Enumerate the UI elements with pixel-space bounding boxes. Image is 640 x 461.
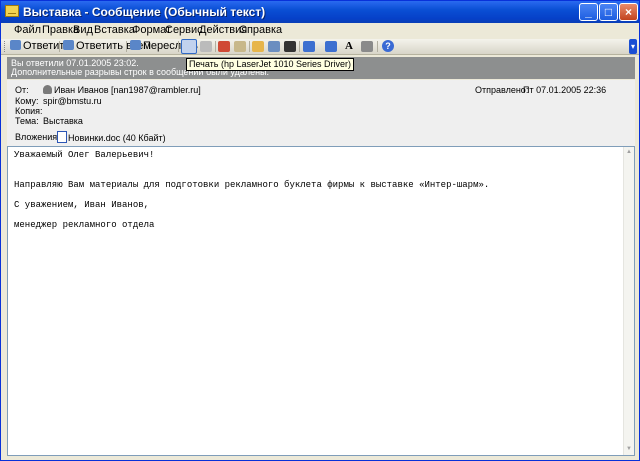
dropdown-arrow-icon[interactable] — [234, 41, 246, 52]
next-item-icon[interactable] — [325, 41, 337, 52]
attachments-label: Вложения: — [15, 132, 60, 142]
attachment-item[interactable]: Новинки.doc (40 Кбайт) — [57, 131, 166, 143]
reply-icon — [10, 40, 21, 50]
body-closing: С уважением, Иван Иванов, — [14, 200, 150, 210]
print-icon[interactable] — [181, 39, 197, 54]
toolbar-separator — [178, 41, 179, 52]
menu-file[interactable]: Файл — [14, 24, 41, 36]
reply-button[interactable]: Ответить — [10, 39, 70, 54]
close-button[interactable]: × — [619, 3, 638, 21]
message-window: Выставка - Сообщение (Обычный текст) _ □… — [0, 0, 640, 461]
message-envelope-icon — [5, 5, 19, 17]
toolbar-grip[interactable] — [4, 41, 8, 52]
message-header: От: Иван Иванов [nan1987@rambler.ru] Отп… — [7, 80, 635, 146]
vertical-scrollbar[interactable]: ▲ ▼ — [623, 147, 634, 455]
body-greeting: Уважаемый Олег Валерьевич! — [14, 150, 155, 160]
delete-icon[interactable] — [284, 41, 296, 52]
menu-tools[interactable]: Сервис — [165, 24, 203, 36]
sent-value: Пт 07.01.2005 22:36 — [523, 85, 607, 95]
sent-label: Отправлено: — [475, 85, 529, 95]
to-value[interactable]: spir@bmstu.ru — [43, 96, 102, 106]
subject-value: Выставка — [43, 116, 83, 126]
word-document-icon — [57, 131, 67, 143]
toolbar-separator — [249, 41, 250, 52]
contact-icon — [43, 85, 52, 94]
toolbar-separator — [126, 41, 127, 52]
font-size-icon[interactable]: A — [345, 39, 353, 54]
toolbar-separator — [59, 41, 60, 52]
menu-help[interactable]: Справка — [239, 24, 282, 36]
menu-insert[interactable]: Вставка — [94, 24, 135, 36]
help-icon[interactable]: ? — [382, 40, 394, 52]
window-title: Выставка - Сообщение (Обычный текст) — [23, 5, 266, 19]
scroll-down-icon[interactable]: ▼ — [625, 445, 633, 454]
menu-bar: Файл Правка Вид Вставка Формат Сервис Де… — [1, 23, 639, 38]
body-paragraph: Направляю Вам материалы для подготовки р… — [14, 180, 490, 190]
toolbar-separator — [215, 41, 216, 52]
title-bar[interactable]: Выставка - Сообщение (Обычный текст) _ □… — [1, 1, 639, 23]
move-to-folder-icon[interactable] — [268, 41, 280, 52]
message-body[interactable]: Уважаемый Олег Валерьевич! Направляю Вам… — [7, 146, 635, 456]
forward-icon — [130, 40, 141, 50]
reply-all-icon — [63, 40, 74, 50]
minimize-button[interactable]: _ — [579, 3, 598, 21]
cc-label: Копия: — [15, 106, 43, 116]
scroll-up-icon[interactable]: ▲ — [625, 148, 633, 157]
from-name: Иван Иванов [nan1987@rambler.ru] — [54, 85, 201, 95]
toolbar-separator — [377, 41, 378, 52]
from-value[interactable]: Иван Иванов [nan1987@rambler.ru] — [43, 85, 201, 95]
standard-toolbar: Ответить Ответить всем Переслать A ? ▾ — [1, 39, 639, 55]
maximize-button[interactable]: □ — [599, 3, 618, 21]
previous-item-icon[interactable] — [303, 41, 315, 52]
to-label: Кому: — [15, 96, 39, 106]
attachment-name: Новинки.doc (40 Кбайт) — [68, 133, 166, 143]
categories-icon[interactable] — [252, 41, 264, 52]
flag-icon[interactable] — [218, 41, 230, 52]
toolbar-separator — [299, 41, 300, 52]
save-icon[interactable] — [200, 41, 212, 52]
body-signature: менеджер рекламного отдела — [14, 220, 155, 230]
print-tooltip: Печать (hp LaserJet 1010 Series Driver) — [186, 58, 355, 71]
from-label: От: — [15, 85, 29, 95]
address-book-icon[interactable] — [361, 41, 373, 52]
menu-view[interactable]: Вид — [73, 24, 93, 36]
subject-label: Тема: — [15, 116, 39, 126]
toolbar-options-icon[interactable]: ▾ — [629, 39, 637, 54]
